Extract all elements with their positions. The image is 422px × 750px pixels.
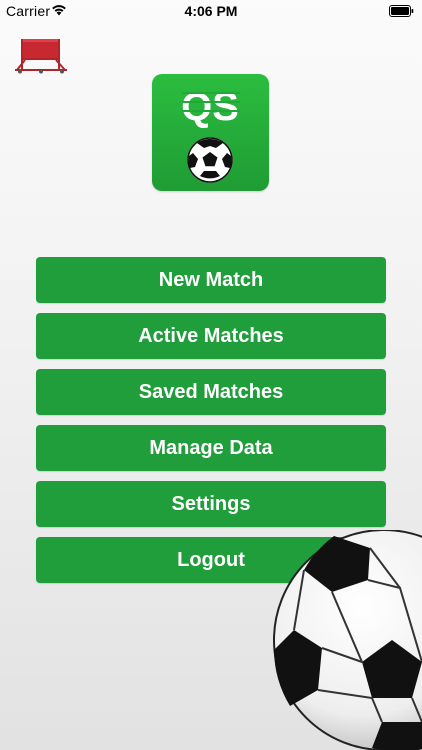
battery-icon	[389, 5, 414, 17]
active-matches-button[interactable]: Active Matches	[36, 313, 386, 359]
settings-button[interactable]: Settings	[36, 481, 386, 527]
new-match-button[interactable]: New Match	[36, 257, 386, 303]
saved-matches-button[interactable]: Saved Matches	[36, 369, 386, 415]
app-logo: QS	[152, 74, 269, 191]
logo-text: QS	[181, 85, 239, 129]
soccer-ball-image	[273, 530, 422, 750]
status-time: 4:06 PM	[184, 3, 238, 19]
status-bar: Carrier 4:06 PM	[0, 0, 422, 22]
tactics-board-icon[interactable]	[15, 38, 67, 74]
soccer-ball-icon	[187, 137, 233, 183]
manage-data-button[interactable]: Manage Data	[36, 425, 386, 471]
logo-graphic: QS	[181, 85, 240, 183]
